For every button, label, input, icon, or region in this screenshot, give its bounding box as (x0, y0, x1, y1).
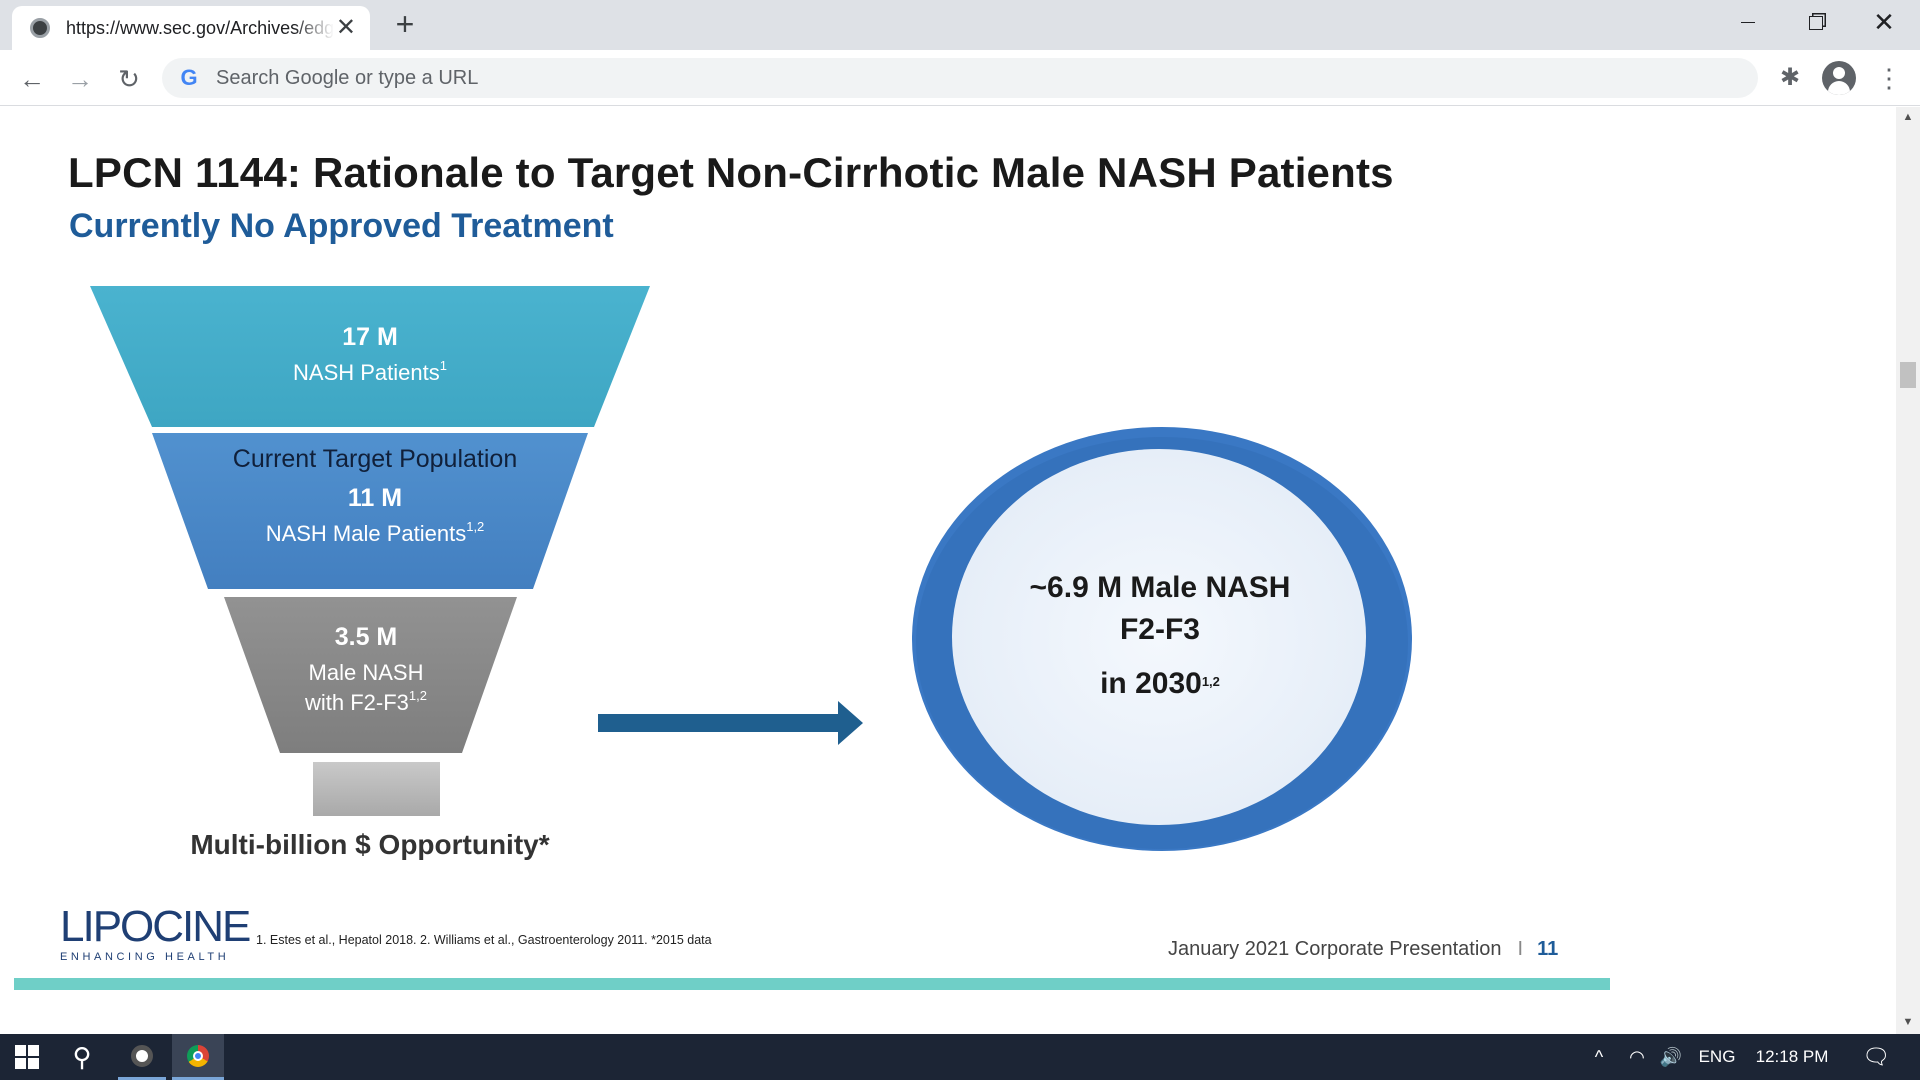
volume-icon[interactable]: 🔊 (1656, 1034, 1686, 1080)
window-close-button[interactable]: ✕ (1856, 6, 1912, 38)
logo-tagline: ENHANCING HEALTH (60, 951, 230, 963)
vertical-scrollbar[interactable]: ▲ ▼ (1896, 107, 1920, 1034)
tier-3-label-2: with F2-F3 (305, 690, 409, 715)
sec-favicon-icon (30, 18, 50, 38)
footnote: 1. Estes et al., Hepatol 2018. 2. Willia… (256, 933, 712, 947)
tier-3-label-line-2: with F2-F31,2 (166, 688, 566, 716)
taskbar-search-icon[interactable]: ⚲ (58, 1034, 106, 1080)
circle-sup: 1,2 (1201, 674, 1220, 689)
taskbar-app-chrome[interactable] (172, 1034, 224, 1080)
tier-3-sup: 1,2 (408, 688, 427, 703)
forward-button[interactable]: → (63, 62, 97, 96)
profile-avatar-icon[interactable] (1822, 61, 1856, 95)
tier-1-value: 17 M (342, 323, 398, 351)
minimize-icon (1741, 21, 1755, 24)
start-button[interactable] (0, 1034, 54, 1080)
funnel-tier-1-text: 17 M NASH Patients1 (170, 323, 570, 386)
funnel-tier-2-text: Current Target Population 11 M NASH Male… (175, 445, 575, 547)
page-number: 11 (1537, 938, 1559, 960)
circle-line-2: F2-F3 (1119, 613, 1200, 646)
tab-close-icon[interactable]: ✕ (336, 16, 356, 40)
scroll-down-icon[interactable]: ▼ (1896, 1016, 1920, 1030)
browser-tab-active[interactable]: https://www.sec.gov/Archives/edgar/data/… (12, 6, 370, 50)
circle-line-3-wrap: in 20301,2 (960, 663, 1360, 705)
tray-overflow-chevron-icon[interactable]: ^ (1584, 1034, 1614, 1080)
recorder-app-icon (131, 1044, 153, 1067)
chrome-icon (187, 1044, 209, 1067)
tier-1-label: NASH Patients (293, 360, 440, 385)
funnel-stem (313, 762, 440, 816)
tier-3-value: 3.5 M (334, 623, 398, 651)
windows-logo-icon (15, 1045, 39, 1069)
tier-1-sup: 1 (439, 358, 447, 373)
tier-2-heading: Current Target Population (232, 445, 518, 473)
browser-toolbar: ← → ↻ G Search Google or type a URL ✱ ⋮ (0, 50, 1920, 106)
address-bar[interactable]: G Search Google or type a URL (162, 58, 1758, 98)
page-viewport: LPCN 1144: Rationale to Target Non-Cirrh… (0, 107, 1896, 1034)
funnel-diagram (90, 286, 1412, 851)
reload-button[interactable]: ↻ (112, 62, 146, 96)
scroll-thumb[interactable] (1900, 362, 1916, 388)
tier-1-label-line: NASH Patients1 (170, 358, 570, 386)
tier-2-label: NASH Male Patients (265, 521, 467, 546)
accent-bar (14, 978, 1610, 990)
windows-taskbar: ⚲ ^ ◠ 🔊 ENG 12:18 PM 🗨 (0, 1034, 1920, 1080)
tier-2-label-line: NASH Male Patients1,2 (175, 519, 575, 547)
address-bar-placeholder[interactable]: Search Google or type a URL (216, 67, 478, 90)
input-language[interactable]: ENG (1694, 1034, 1740, 1080)
tier-2-value: 11 M (347, 484, 403, 512)
window-minimize-button[interactable] (1720, 6, 1776, 38)
circle-line-3: in 2030 (1100, 667, 1202, 700)
new-tab-button[interactable]: + (390, 8, 420, 40)
lipocine-logo: LIPOCINE ENHANCING HEALTH (60, 902, 251, 967)
taskbar-clock[interactable]: 12:18 PM (1750, 1034, 1834, 1080)
notifications-icon[interactable]: 🗨 (1856, 1034, 1896, 1080)
circle-line-1: ~6.9 M Male NASH (1029, 571, 1291, 604)
google-icon: G (180, 65, 198, 90)
window-restore-button[interactable] (1788, 6, 1844, 38)
extensions-puzzle-icon[interactable]: ✱ (1776, 64, 1804, 92)
slide-footer: January 2021 Corporate Presentation I 11 (1168, 938, 1558, 961)
tab-title: https://www.sec.gov/Archives/edgar/data/ (66, 17, 334, 38)
tier-2-sup: 1,2 (466, 519, 485, 534)
footer-separator: I (1517, 938, 1524, 960)
network-icon[interactable]: ◠ (1622, 1034, 1652, 1080)
back-button[interactable]: ← (15, 62, 49, 96)
opportunity-caption: Multi-billion $ Opportunity* (190, 829, 550, 860)
circle-text: ~6.9 M Male NASH F2-F3 in 20301,2 (960, 567, 1360, 705)
footer-text: January 2021 Corporate Presentation (1168, 938, 1502, 960)
logo-wordmark: LIPOCINE (60, 902, 251, 951)
taskbar-app-recorder[interactable] (118, 1034, 166, 1080)
restore-icon (1809, 15, 1823, 30)
browser-menu-icon[interactable]: ⋮ (1876, 62, 1902, 94)
right-arrow-icon (598, 701, 863, 745)
scroll-up-icon[interactable]: ▲ (1896, 111, 1920, 125)
tier-3-label-1: Male NASH (308, 660, 424, 685)
tab-strip: https://www.sec.gov/Archives/edgar/data/… (0, 0, 1920, 50)
funnel-tier-3-text: 3.5 M Male NASH with F2-F31,2 (166, 623, 566, 716)
